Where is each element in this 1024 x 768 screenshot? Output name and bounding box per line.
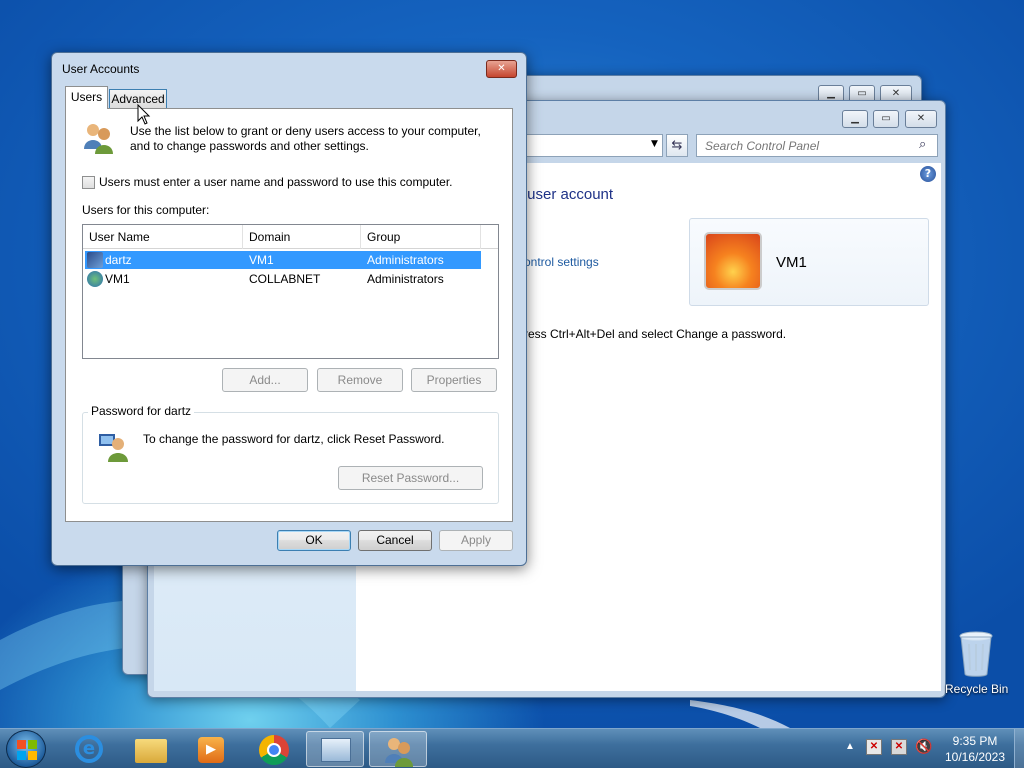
minimize-icon[interactable]: ▁ bbox=[842, 110, 868, 128]
users-list-label: Users for this computer: bbox=[82, 203, 210, 217]
cell-group: Administrators bbox=[367, 253, 444, 267]
recycle-bin-icon bbox=[959, 631, 993, 677]
users-icon bbox=[84, 124, 113, 154]
apply-button[interactable]: Apply bbox=[439, 530, 513, 551]
page-heading: r user account bbox=[518, 186, 614, 203]
column-group[interactable]: Group bbox=[361, 225, 481, 249]
user-accounts-dialog[interactable]: User Accounts ✕ Users Advanced Use the l… bbox=[51, 52, 527, 566]
dialog-title: User Accounts bbox=[62, 62, 140, 76]
table-row[interactable]: VM1 COLLABNET Administrators bbox=[85, 270, 481, 288]
cancel-button[interactable]: Cancel bbox=[358, 530, 432, 551]
address-bar[interactable]: ts ▼ bbox=[508, 134, 663, 157]
properties-button[interactable]: Properties bbox=[411, 368, 497, 392]
column-user-name[interactable]: User Name bbox=[83, 225, 243, 249]
add-button[interactable]: Add... bbox=[222, 368, 308, 392]
reset-password-button[interactable]: Reset Password... bbox=[338, 466, 483, 490]
tab-users[interactable]: Users bbox=[65, 86, 108, 109]
clock-date[interactable]: 10/16/2023 bbox=[940, 750, 1010, 764]
chevron-down-icon[interactable]: ▼ bbox=[651, 139, 658, 149]
taskbar: e ▶ ▲ ✕ ✕ 🔇 9:35 PM 10/16/2023 bbox=[0, 728, 1024, 768]
maximize-icon[interactable]: ▭ bbox=[873, 110, 899, 128]
account-tile: VM1 bbox=[689, 218, 929, 306]
taskbar-chrome[interactable] bbox=[244, 731, 302, 767]
users-icon bbox=[385, 738, 413, 767]
show-hidden-icons[interactable]: ▲ bbox=[845, 741, 855, 752]
recycle-bin[interactable]: Recycle Bin bbox=[942, 630, 1012, 700]
cell-user: dartz bbox=[105, 253, 132, 267]
users-list[interactable]: User Name Domain Group dartz VM1 Adminis… bbox=[82, 224, 499, 359]
ok-button[interactable]: OK bbox=[277, 530, 351, 551]
refresh-icon[interactable]: ⇆ bbox=[666, 134, 688, 157]
taskbar-file-explorer[interactable] bbox=[121, 731, 179, 767]
remove-button[interactable]: Remove bbox=[317, 368, 403, 392]
action-center-icon[interactable]: ✕ bbox=[866, 739, 882, 755]
taskbar-control-panel[interactable] bbox=[306, 731, 364, 767]
windows-logo-icon bbox=[17, 740, 37, 760]
require-login-label[interactable]: Users must enter a user name and passwor… bbox=[99, 175, 453, 189]
taskbar-user-accounts[interactable] bbox=[369, 731, 427, 767]
search-icon[interactable]: ⌕ bbox=[919, 137, 926, 152]
taskbar-internet-explorer[interactable]: e bbox=[60, 731, 118, 767]
intro-text-line2: and to change passwords and other settin… bbox=[130, 139, 369, 153]
column-label: Group bbox=[367, 230, 401, 244]
search-input[interactable]: Search Control Panel bbox=[705, 139, 819, 153]
avatar bbox=[704, 232, 762, 290]
network-icon[interactable]: ✕ bbox=[891, 739, 907, 755]
table-row[interactable]: dartz VM1 Administrators bbox=[85, 251, 481, 269]
chrome-icon bbox=[259, 735, 289, 765]
uac-settings-link[interactable]: ontrol settings bbox=[524, 255, 599, 269]
close-icon[interactable]: ✕ bbox=[486, 60, 517, 78]
account-name: VM1 bbox=[776, 254, 807, 271]
user-icon bbox=[87, 252, 103, 268]
help-icon[interactable]: ? bbox=[920, 166, 936, 182]
users-tab-panel: Use the list below to grant or deny user… bbox=[65, 108, 513, 522]
password-instructions: To change the password for dartz, click … bbox=[143, 432, 445, 446]
search-box[interactable]: Search Control Panel ⌕ bbox=[696, 134, 938, 157]
volume-icon[interactable]: 🔇 bbox=[915, 738, 932, 755]
taskbar-media-player[interactable]: ▶ bbox=[182, 731, 240, 767]
media-player-icon: ▶ bbox=[198, 737, 224, 763]
password-groupbox bbox=[82, 412, 499, 504]
list-header: User Name Domain Group bbox=[83, 225, 498, 249]
cursor-icon bbox=[137, 104, 151, 125]
close-icon[interactable]: ✕ bbox=[905, 110, 937, 128]
column-domain[interactable]: Domain bbox=[243, 225, 361, 249]
require-login-checkbox[interactable] bbox=[82, 176, 95, 189]
password-group-title: Password for dartz bbox=[88, 404, 195, 418]
user-password-icon bbox=[99, 434, 128, 462]
intro-text-line1: Use the list below to grant or deny user… bbox=[130, 124, 481, 138]
ie-icon: e bbox=[75, 735, 103, 763]
column-label: User Name bbox=[89, 230, 150, 244]
folder-icon bbox=[135, 739, 167, 763]
cell-user: VM1 bbox=[105, 272, 130, 286]
control-panel-icon bbox=[321, 738, 351, 762]
cell-domain: COLLABNET bbox=[249, 272, 321, 286]
recycle-bin-label: Recycle Bin bbox=[945, 682, 1009, 696]
clock-time[interactable]: 9:35 PM bbox=[940, 734, 1010, 748]
globe-user-icon bbox=[87, 271, 103, 287]
tab-users-label: Users bbox=[70, 90, 103, 104]
cell-group: Administrators bbox=[367, 272, 444, 286]
password-hint: ress Ctrl+Alt+Del and select Change a pa… bbox=[524, 327, 787, 341]
start-button[interactable] bbox=[6, 730, 46, 768]
column-label: Domain bbox=[249, 230, 291, 244]
cell-domain: VM1 bbox=[249, 253, 274, 267]
show-desktop-button[interactable] bbox=[1014, 729, 1024, 768]
